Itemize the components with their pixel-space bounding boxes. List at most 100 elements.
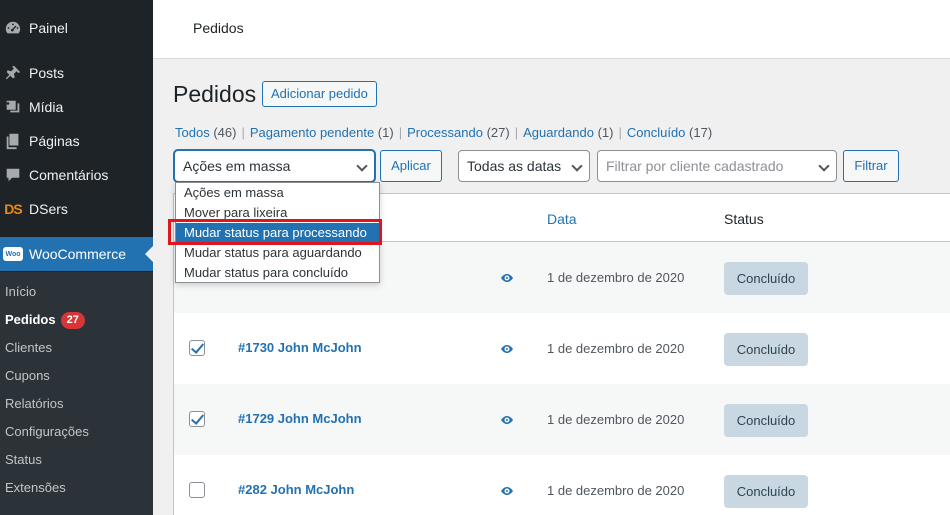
- sidebar-item-label: Mídia: [29, 99, 64, 115]
- sidebar-item-midia[interactable]: Mídia: [0, 90, 153, 124]
- header-title: Pedidos: [193, 20, 244, 36]
- filter-link-aguardando[interactable]: Aguardando (1): [523, 125, 613, 140]
- sidebar-item-paginas[interactable]: Páginas: [0, 124, 153, 158]
- dashboard-icon: [2, 18, 24, 38]
- filter-separator: |: [398, 125, 403, 140]
- filter-link-pagamento-pendente[interactable]: Pagamento pendente (1): [250, 125, 394, 140]
- pin-icon: [2, 63, 24, 83]
- status-filter-links: Todos (46) | Pagamento pendente (1) | Proces…: [175, 125, 712, 140]
- order-date: 1 de dezembro de 2020: [547, 270, 685, 285]
- page-header-bar: Pedidos: [153, 0, 950, 59]
- preview-eye-icon[interactable]: [500, 273, 514, 283]
- submenu-item-label: Extensões: [5, 480, 66, 495]
- sidebar-item-label: WooCommerce: [29, 246, 126, 262]
- customer-filter-placeholder: Filtrar por cliente cadastrado: [606, 158, 784, 174]
- date-filter-value: Todas as datas: [467, 158, 562, 174]
- status-badge: Concluído: [724, 404, 808, 437]
- submenu-item-label: Status: [5, 452, 42, 467]
- filter-separator: |: [514, 125, 519, 140]
- order-link[interactable]: #1729 John McJohn: [238, 411, 362, 426]
- filter-count: (17): [689, 125, 713, 140]
- date-filter-select[interactable]: Todas as datas: [458, 150, 590, 182]
- sidebar-item-comentarios[interactable]: Comentários: [0, 158, 153, 192]
- submenu-item-cupons[interactable]: Cupons: [5, 366, 50, 386]
- customer-filter-select[interactable]: Filtrar por cliente cadastrado: [597, 150, 837, 182]
- filter-link-todos[interactable]: Todos (46): [175, 125, 236, 140]
- sidebar-item-painel[interactable]: Painel: [0, 11, 153, 45]
- bulk-actions-value: Ações em massa: [183, 158, 291, 174]
- filter-label: Pagamento pendente: [249, 125, 375, 140]
- table-row: #282 John McJohn 1 de dezembro de 2020 C…: [174, 455, 950, 515]
- filter-link-concluido[interactable]: Concluído (17): [627, 125, 712, 140]
- media-icon: [2, 97, 24, 117]
- column-header-date[interactable]: Data: [547, 211, 577, 227]
- order-link[interactable]: #282 John McJohn: [238, 482, 354, 497]
- add-order-button[interactable]: Adicionar pedido: [262, 81, 377, 107]
- row-checkbox[interactable]: [189, 482, 205, 498]
- comment-icon: [2, 165, 24, 185]
- submenu-item-label: Clientes: [5, 340, 52, 355]
- status-badge: Concluído: [724, 333, 808, 366]
- submenu-item-relatorios[interactable]: Relatórios: [5, 394, 64, 414]
- filter-separator: |: [241, 125, 245, 140]
- chevron-down-icon: [356, 160, 368, 172]
- preview-eye-icon[interactable]: [500, 415, 514, 425]
- pages-icon: [2, 131, 24, 151]
- chevron-down-icon: [818, 160, 830, 172]
- order-date: 1 de dezembro de 2020: [547, 412, 685, 427]
- filter-label: Processando: [407, 125, 483, 140]
- sidebar-item-label: Comentários: [29, 167, 109, 183]
- woocommerce-logo-text: Woo: [3, 247, 23, 261]
- sidebar-item-label: Painel: [29, 20, 68, 36]
- submenu-item-pedidos[interactable]: Pedidos 27: [5, 310, 85, 330]
- orders-count-badge: 27: [60, 312, 85, 329]
- sidebar-item-woocommerce[interactable]: Woo WooCommerce: [0, 237, 153, 271]
- table-row: #1729 John McJohn 1 de dezembro de 2020 …: [174, 384, 950, 455]
- sidebar-item-label: DSers: [29, 201, 68, 217]
- woocommerce-submenu: Início Pedidos 27 Clientes Cupons Relatór…: [0, 272, 153, 515]
- submenu-item-label: Configurações: [5, 424, 89, 439]
- submenu-item-clientes[interactable]: Clientes: [5, 338, 52, 358]
- sidebar-item-label: Páginas: [29, 133, 80, 149]
- filter-count: (27): [486, 125, 510, 140]
- submenu-item-configuracoes[interactable]: Configurações: [5, 422, 89, 442]
- dropdown-option-status-on-hold[interactable]: Mudar status para aguardando: [176, 243, 379, 263]
- filter-count: (1): [597, 125, 614, 140]
- row-checkbox[interactable]: [189, 411, 205, 427]
- filter-separator: |: [618, 125, 622, 140]
- preview-eye-icon[interactable]: [500, 486, 514, 496]
- apply-button[interactable]: Aplicar: [380, 150, 442, 182]
- filter-count: (1): [377, 125, 394, 140]
- woocommerce-logo: Woo: [2, 244, 24, 264]
- submenu-item-inicio[interactable]: Início: [5, 282, 36, 302]
- filter-label: Todos: [175, 125, 210, 140]
- submenu-item-extensoes[interactable]: Extensões: [5, 478, 66, 498]
- dsers-logo-text: DS: [4, 201, 22, 217]
- dropdown-option-status-processing[interactable]: Mudar status para processando: [176, 223, 379, 243]
- dropdown-option-move-to-trash[interactable]: Mover para lixeira: [176, 203, 379, 223]
- preview-eye-icon[interactable]: [500, 344, 514, 354]
- submenu-item-label: Relatórios: [5, 396, 64, 411]
- submenu-item-status[interactable]: Status: [5, 450, 42, 470]
- sidebar-item-posts[interactable]: Posts: [0, 56, 153, 90]
- status-badge: Concluído: [724, 475, 808, 508]
- submenu-item-label: Início: [5, 284, 37, 299]
- dropdown-option-status-completed[interactable]: Mudar status para concluído: [176, 263, 379, 283]
- filter-link-processando[interactable]: Processando (27): [407, 125, 510, 140]
- submenu-item-label: Cupons: [5, 368, 50, 383]
- filter-label: Aguardando: [523, 125, 594, 140]
- bulk-actions-select[interactable]: Ações em massa: [174, 150, 375, 182]
- row-checkbox[interactable]: [189, 340, 205, 356]
- dropdown-option-bulk-actions[interactable]: Ações em massa: [176, 183, 379, 203]
- table-row: #1730 John McJohn 1 de dezembro de 2020 …: [174, 313, 950, 384]
- order-link[interactable]: #1730 John McJohn: [238, 340, 362, 355]
- status-badge: Concluído: [724, 262, 808, 295]
- filter-button[interactable]: Filtrar: [843, 150, 899, 182]
- page-title: Pedidos: [173, 81, 257, 107]
- filter-label: Concluído: [626, 125, 686, 140]
- chevron-down-icon: [571, 160, 583, 172]
- sidebar-item-dsers[interactable]: DS DSers: [0, 192, 153, 226]
- sidebar-item-label: Posts: [29, 65, 65, 81]
- dsers-logo: DS: [2, 199, 24, 219]
- filter-count: (46): [213, 125, 237, 140]
